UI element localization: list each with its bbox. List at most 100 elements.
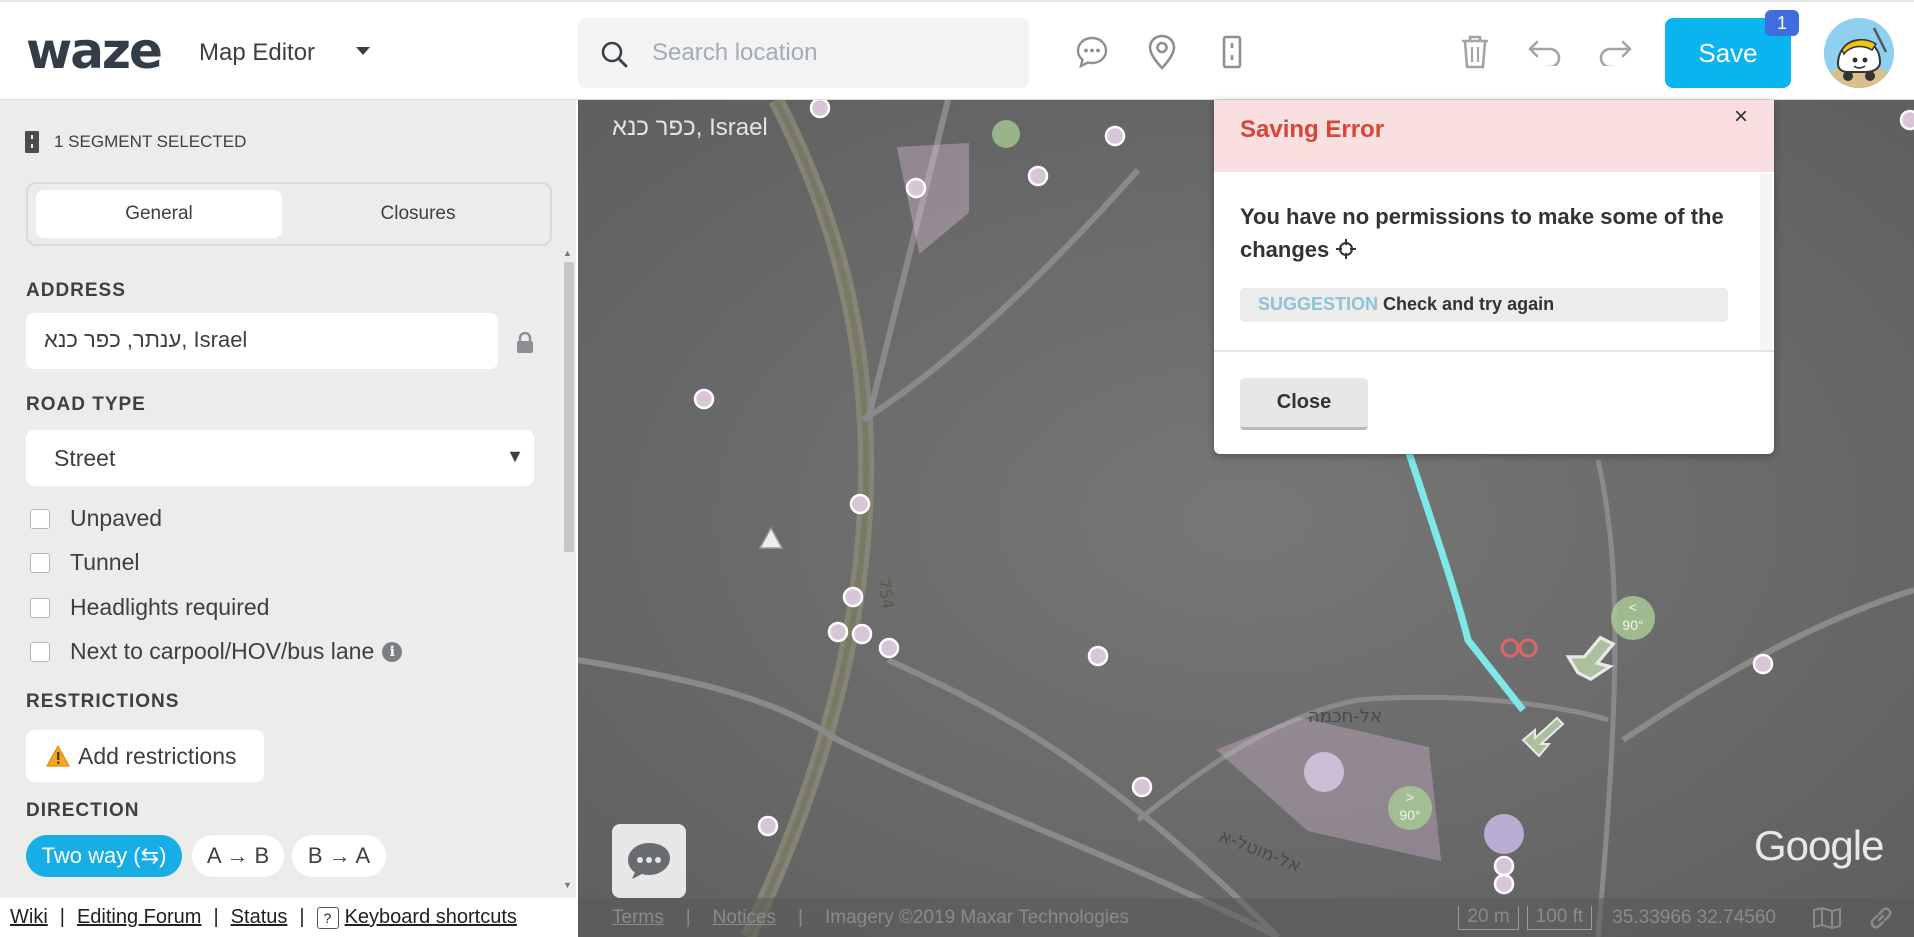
saving-error-dialog: Saving Error × You have no permissions t… (1214, 100, 1774, 454)
notices-link[interactable]: Notices (713, 907, 776, 929)
suggestion-text: Check and try again (1383, 294, 1555, 314)
dialog-title: Saving Error (1240, 116, 1385, 143)
direction-a-to-b-button[interactable]: A → B (192, 835, 284, 877)
google-logo: Google (1754, 822, 1884, 869)
road-icon (25, 131, 39, 153)
road-type-select[interactable]: Street ▼ (26, 430, 534, 486)
suggestion-tag: SUGGESTION (1258, 294, 1379, 314)
direction-heading: DIRECTION (26, 800, 140, 821)
tunnel-checkbox[interactable] (30, 552, 50, 573)
undo-icon (1528, 40, 1561, 66)
turn-angle-label: 90° (1399, 807, 1420, 823)
trash-icon (1462, 35, 1488, 69)
edit-panel: 1 SEGMENT SELECTED General Closures ADDR… (0, 100, 576, 900)
tunnel-label: Tunnel (70, 549, 140, 575)
turn-angle-label: < (1629, 599, 1637, 615)
carpool-lane-checkbox[interactable] (30, 641, 50, 662)
map-comment-button[interactable] (1072, 32, 1112, 72)
carpool-lane-row[interactable]: Next to carpool/HOV/bus lane i (30, 638, 403, 665)
error-message-text: You have no permissions to make some of … (1240, 204, 1724, 262)
road-segment-button[interactable] (1212, 32, 1252, 72)
add-restrictions-label: Add restrictions (78, 742, 237, 769)
tunnel-row[interactable]: Tunnel (30, 549, 139, 576)
unpaved-checkbox[interactable] (30, 508, 50, 529)
map-attribution-bar: Terms | Notices | Imagery ©2019 Maxar Te… (578, 898, 1914, 937)
separator: | (685, 906, 691, 928)
tab-closures[interactable]: Closures (290, 190, 546, 238)
undo-button[interactable] (1525, 32, 1565, 72)
chat-bubble-icon (628, 843, 670, 879)
selection-count-label: 1 SEGMENT SELECTED (54, 132, 247, 151)
restrictions-heading: RESTRICTIONS (26, 691, 180, 712)
panel-scrollbar-thumb[interactable] (564, 262, 574, 552)
separator: | (213, 906, 219, 928)
terms-link[interactable]: Terms (612, 907, 664, 929)
unpaved-row[interactable]: Unpaved (30, 505, 162, 532)
avatar-wazer-icon (1824, 18, 1894, 88)
user-avatar[interactable] (1824, 18, 1894, 88)
tab-general[interactable]: General (36, 190, 282, 238)
dialog-scrollbar[interactable] (1760, 174, 1772, 350)
turn-angle-label: 90° (1622, 617, 1643, 633)
dialog-close-icon[interactable]: × (1734, 102, 1748, 132)
keyboard-help-icon: ? (316, 906, 339, 929)
lock-icon (517, 332, 533, 353)
suggestion-box: SUGGESTION Check and try again (1240, 288, 1728, 322)
direction-two-way-button[interactable]: Two way (⇆) (26, 835, 182, 877)
status-link[interactable]: Status (231, 906, 288, 929)
delete-button[interactable] (1455, 32, 1495, 72)
carpool-lane-label: Next to carpool/HOV/bus lane (70, 638, 375, 664)
scroll-down-arrow-icon[interactable]: ▼ (563, 880, 572, 890)
add-restrictions-button[interactable]: Add restrictions (26, 730, 264, 782)
waze-logo[interactable]: waze (26, 26, 163, 76)
pending-changes-badge: 1 (1765, 10, 1799, 36)
headlights-checkbox[interactable] (30, 597, 50, 618)
warning-icon (46, 745, 70, 767)
app-title: Map Editor (199, 39, 316, 66)
app-menu-chevron-down-icon[interactable] (356, 47, 370, 55)
scale-feet: 100 ft (1526, 905, 1593, 930)
footer-links: Wiki | Editing Forum | Status | ? Keyboa… (0, 898, 576, 937)
scale-meters: 20 m (1458, 905, 1519, 930)
locate-target-icon[interactable] (1335, 238, 1357, 260)
scroll-up-arrow-icon[interactable]: ▲ (563, 248, 572, 258)
top-bar: waze Map Editor Search location Save 1 (0, 0, 1914, 100)
turn-angle-label: > (1406, 789, 1414, 805)
separator: | (299, 906, 305, 928)
search-input[interactable] (652, 33, 1012, 73)
headlights-label: Headlights required (70, 594, 270, 620)
permalink-icon[interactable] (1868, 905, 1894, 931)
road-type-heading: ROAD TYPE (26, 394, 146, 415)
editing-forum-link[interactable]: Editing Forum (77, 906, 202, 929)
divider (1214, 350, 1774, 352)
direction-b-to-a-button[interactable]: B → A (292, 835, 386, 877)
headlights-row[interactable]: Headlights required (30, 594, 269, 621)
dialog-header: Saving Error × (1214, 100, 1774, 172)
keyboard-shortcuts-link[interactable]: Keyboard shortcuts (345, 906, 517, 929)
close-button[interactable]: Close (1240, 378, 1368, 430)
redo-icon (1599, 40, 1632, 66)
chat-bubble-icon (1076, 36, 1108, 69)
separator: | (798, 906, 803, 928)
search-icon (601, 41, 628, 68)
map-book-icon[interactable] (1812, 906, 1842, 929)
info-icon[interactable]: i (382, 641, 403, 662)
place-button[interactable] (1142, 32, 1182, 72)
map-pin-icon (1148, 34, 1176, 70)
error-message: You have no permissions to make some of … (1240, 200, 1740, 266)
wiki-link[interactable]: Wiki (10, 906, 48, 929)
segment-tabs: General Closures (26, 182, 552, 246)
search-box[interactable] (578, 18, 1029, 88)
map-location-label: כפר כנא, Israel (612, 114, 768, 141)
address-field[interactable]: ענתר, כפר כנא, Israel (26, 313, 498, 369)
cursor-coordinates: 35.33966 32.74560 (1612, 906, 1776, 928)
road-type-value: Street (54, 445, 116, 471)
road-icon (1222, 35, 1242, 69)
imagery-credit: Imagery ©2019 Maxar Technologies (824, 906, 1130, 928)
street-label: אל-חכמה (1308, 706, 1382, 727)
map-chat-button[interactable] (612, 824, 686, 898)
dropdown-caret-icon: ▼ (506, 446, 524, 466)
redo-button[interactable] (1595, 32, 1635, 72)
selection-header: 1 SEGMENT SELECTED (24, 130, 246, 154)
separator: | (59, 906, 65, 928)
